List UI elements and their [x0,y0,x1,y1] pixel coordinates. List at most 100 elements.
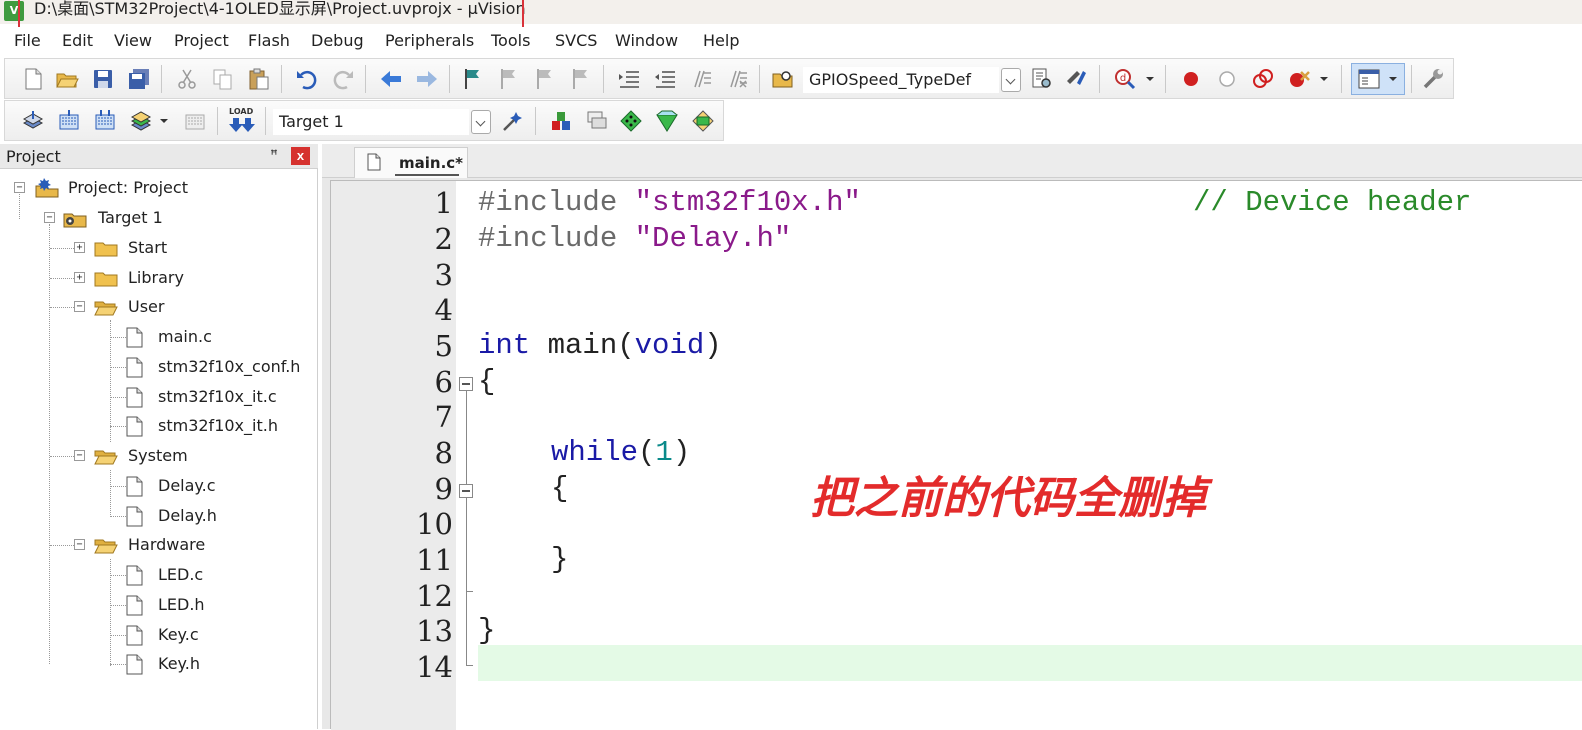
chevron-down-icon[interactable] [1143,67,1157,91]
chevron-down-icon[interactable] [1317,67,1331,91]
menu-window[interactable]: Window [615,31,678,50]
expand-icon[interactable]: + [74,242,85,253]
c-file-icon [126,327,143,348]
stop-build-icon[interactable] [183,109,207,133]
undo-icon[interactable] [295,67,319,91]
start-debug-icon[interactable]: d [1113,67,1137,91]
redo-icon[interactable] [331,67,355,91]
bookmark-next-icon[interactable] [533,67,557,91]
tab-main-c[interactable]: main.c* [354,147,468,178]
tree-node-target[interactable]: − Target 1 [0,206,318,232]
close-icon[interactable]: x [291,147,310,165]
enable-breakpoint-icon[interactable] [1215,67,1239,91]
collapse-icon[interactable]: − [74,539,85,550]
tree-node-group-hardware[interactable]: − Hardware [0,533,318,559]
find-combo[interactable]: GPIOSpeed_TypeDef [803,67,999,93]
menu-debug[interactable]: Debug [311,31,364,50]
save-all-icon[interactable] [127,67,151,91]
disable-all-breakpoints-icon[interactable] [1251,67,1275,91]
insert-breakpoint-icon[interactable] [1179,67,1203,91]
tree-node-group-system[interactable]: − System [0,444,318,470]
menu-peripherals[interactable]: Peripherals [385,31,474,50]
build-icon[interactable] [57,109,81,133]
fold-collapse-icon[interactable] [459,484,473,498]
tree-node-file-key-c[interactable]: Key.c [0,623,318,649]
collapse-icon[interactable]: − [14,182,25,193]
menu-file[interactable]: File [14,31,41,50]
paste-icon[interactable] [247,67,271,91]
toolbar-separator [449,65,450,93]
download-load-button[interactable]: LOAD [229,107,255,135]
fold-collapse-icon[interactable] [459,377,473,391]
copy-icon[interactable] [211,67,235,91]
expand-icon[interactable]: + [74,272,85,283]
project-panel-title: Project [6,147,61,166]
uncomment-icon[interactable] [725,67,749,91]
menu-edit[interactable]: Edit [62,31,93,50]
menu-view[interactable]: View [114,31,152,50]
h-file-icon [126,506,143,527]
code-editor[interactable]: 1 2 3 4 5 6 7 8 9 10 11 12 13 14 #includ… [330,180,1582,730]
find-icon[interactable] [1029,67,1053,91]
pack-installer-icon[interactable] [691,109,715,133]
navigate-back-icon[interactable] [379,67,403,91]
translate-icon[interactable] [21,109,45,133]
save-icon[interactable] [91,67,115,91]
tree-node-group-start[interactable]: + Start [0,236,318,262]
toolbar-separator [1341,65,1342,93]
bookmark-previous-icon[interactable] [497,67,521,91]
tree-node-file-led-c[interactable]: LED.c [0,563,318,589]
rebuild-icon[interactable] [93,109,117,133]
manage-rte-icon[interactable] [655,109,679,133]
incremental-find-icon[interactable] [1065,67,1089,91]
collapse-icon[interactable]: − [44,212,55,223]
bookmark-insert-icon[interactable] [461,67,485,91]
collapse-icon[interactable]: − [74,301,85,312]
navigate-forward-icon[interactable] [415,67,439,91]
select-packs-icon[interactable] [619,109,643,133]
chevron-down-icon[interactable] [157,109,171,133]
file-extensions-icon[interactable] [585,109,609,133]
tree-node-group-library[interactable]: + Library [0,266,318,292]
pin-icon[interactable]: ꟸ [266,147,282,165]
indent-icon[interactable] [617,67,641,91]
tree-label: System [128,446,188,465]
kill-all-breakpoints-icon[interactable] [1287,67,1311,91]
menu-flash[interactable]: Flash [248,31,290,50]
tree-node-file-stm32f10x-it-h[interactable]: stm32f10x_it.h [0,414,318,440]
unindent-icon[interactable] [653,67,677,91]
menu-project[interactable]: Project [174,31,229,50]
toolbar-file: GPIOSpeed_TypeDef d [4,58,1454,99]
menu-svcs[interactable]: SVCS [555,31,597,50]
target-options-icon[interactable] [501,109,525,133]
manage-project-items-icon[interactable] [549,109,573,133]
code-text: ) [704,329,722,362]
tree-node-file-stm32f10x-it-c[interactable]: stm32f10x_it.c [0,385,318,411]
comment-icon[interactable] [689,67,713,91]
tree-node-project-root[interactable]: − Project: Project [0,176,318,202]
target-select-dropdown[interactable] [471,110,491,134]
tree-node-group-user[interactable]: − User [0,295,318,321]
bookmark-clear-icon[interactable] [569,67,593,91]
window-layout-button[interactable] [1351,63,1405,95]
tree-node-file-delay-h[interactable]: Delay.h [0,504,318,530]
line-number: 9 [434,472,453,506]
configuration-wrench-icon[interactable] [1421,67,1445,91]
tree-connector [110,367,126,368]
target-select[interactable]: Target 1 [273,109,469,135]
collapse-icon[interactable]: − [74,450,85,461]
batch-build-icon[interactable] [129,109,153,133]
tree-node-file-led-h[interactable]: LED.h [0,593,318,619]
find-combo-dropdown[interactable] [1001,68,1021,92]
find-in-files-icon[interactable] [771,67,795,91]
line-number: 8 [434,436,453,470]
tree-node-file-key-h[interactable]: Key.h [0,652,318,678]
menu-help[interactable]: Help [703,31,739,50]
tree-node-file-stm32f10x-conf-h[interactable]: stm32f10x_conf.h [0,355,318,381]
new-file-icon[interactable] [21,67,45,91]
menu-tools[interactable]: Tools [491,31,530,50]
cut-icon[interactable] [175,67,199,91]
tree-node-file-main-c[interactable]: main.c [0,325,318,351]
open-folder-icon[interactable] [55,67,79,91]
tree-node-file-delay-c[interactable]: Delay.c [0,474,318,500]
